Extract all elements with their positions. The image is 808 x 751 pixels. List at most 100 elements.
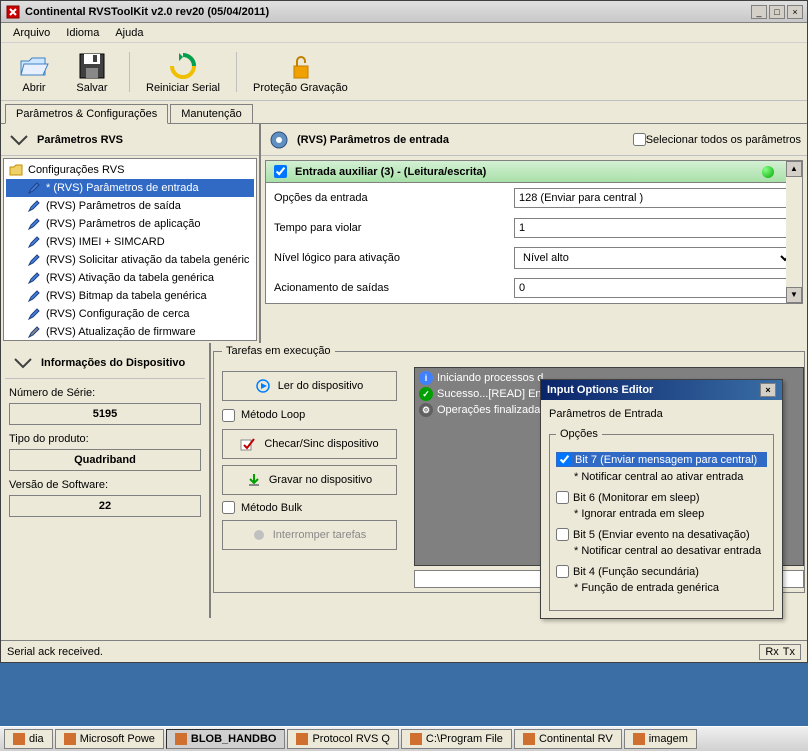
- option-row[interactable]: Bit 5 (Enviar evento na desativação): [556, 528, 767, 541]
- option-label: Bit 4 (Função secundária): [573, 566, 699, 578]
- device-info-panel: Informações do Dispositivo Número de Sér…: [1, 343, 211, 618]
- tasks-legend: Tarefas em execução: [222, 345, 335, 357]
- app-icon: [175, 733, 187, 745]
- taskbar-item[interactable]: BLOB_HANDBO: [166, 729, 286, 749]
- option-checkbox[interactable]: [558, 453, 571, 466]
- taskbar-item-label: Microsoft Powe: [80, 733, 155, 745]
- option-description: * Notificar central ao desativar entrada: [574, 545, 767, 557]
- scroll-down-button[interactable]: ▼: [786, 287, 802, 303]
- bulk-label: Método Bulk: [241, 502, 302, 514]
- write-protect-button[interactable]: Proteção Gravação: [249, 46, 352, 98]
- taskbar-item[interactable]: C:\Program File: [401, 729, 512, 749]
- param-group: Entrada auxiliar (3) - (Leitura/escrita)…: [265, 160, 803, 304]
- main-content: Parâmetros RVS Configurações RVS * (RVS)…: [1, 123, 807, 343]
- read-device-button[interactable]: Ler do dispositivo: [222, 371, 397, 401]
- menu-ajuda[interactable]: Ajuda: [107, 25, 151, 41]
- menu-idioma[interactable]: Idioma: [58, 25, 107, 41]
- tree-item[interactable]: (RVS) IMEI + SIMCARD: [6, 233, 254, 251]
- tree-item[interactable]: (RVS) Ativação da tabela genérica: [6, 269, 254, 287]
- tab-parametros[interactable]: Parâmetros & Configurações: [5, 104, 168, 124]
- minimize-button[interactable]: _: [751, 5, 767, 19]
- param-input[interactable]: [514, 188, 794, 208]
- dialog-titlebar[interactable]: Input Options Editor ×: [541, 380, 782, 400]
- window-title: Continental RVSToolKit v2.0 rev20 (05/04…: [25, 6, 751, 18]
- folder-open-icon: [18, 50, 50, 82]
- tree-item[interactable]: (RVS) Parâmetros de saída: [6, 197, 254, 215]
- stop-icon: [253, 529, 265, 541]
- interrupt-button[interactable]: Interromper tarefas: [222, 520, 397, 550]
- app-icon: [523, 733, 535, 745]
- taskbar-item[interactable]: Protocol RVS Q: [287, 729, 398, 749]
- loop-label: Método Loop: [241, 409, 305, 421]
- pen-icon: [26, 288, 42, 304]
- tree-item-label: (RVS) Bitmap da tabela genérica: [46, 290, 207, 302]
- tree-item[interactable]: (RVS) Parâmetros de aplicação: [6, 215, 254, 233]
- param-group-checkbox[interactable]: [274, 165, 287, 178]
- status-tx: Tx: [781, 646, 797, 658]
- lock-icon: [284, 50, 316, 82]
- software-version-value: 22: [9, 495, 201, 517]
- option-row[interactable]: Bit 7 (Enviar mensagem para central): [556, 452, 767, 467]
- scroll-up-button[interactable]: ▲: [786, 161, 802, 177]
- tree-root[interactable]: Configurações RVS: [6, 161, 254, 179]
- tree-item[interactable]: (RVS) Bitmap da tabela genérica: [6, 287, 254, 305]
- app-icon: [13, 733, 25, 745]
- tab-manutencao[interactable]: Manutenção: [170, 104, 253, 123]
- option-checkbox[interactable]: [556, 491, 569, 504]
- pen-icon: [26, 216, 42, 232]
- options-fieldset: Opções Bit 7 (Enviar mensagem para centr…: [549, 428, 774, 611]
- maximize-button[interactable]: □: [769, 5, 785, 19]
- write-device-label: Gravar no dispositivo: [269, 474, 372, 486]
- taskbar-item[interactable]: imagem: [624, 729, 697, 749]
- chevron-down-icon[interactable]: [11, 354, 35, 372]
- tree-item[interactable]: (RVS) Solicitar ativação da tabela genér…: [6, 251, 254, 269]
- desktop-background: [0, 663, 808, 726]
- close-button[interactable]: ×: [787, 5, 803, 19]
- option-row[interactable]: Bit 4 (Função secundária): [556, 565, 767, 578]
- dialog-close-button[interactable]: ×: [760, 383, 776, 397]
- select-all-checkbox[interactable]: [633, 133, 646, 146]
- option-checkbox[interactable]: [556, 528, 569, 541]
- taskbar-item-label: C:\Program File: [426, 733, 503, 745]
- settings-icon: [267, 131, 291, 149]
- app-icon: [410, 733, 422, 745]
- left-panel: Parâmetros RVS Configurações RVS * (RVS)…: [1, 124, 261, 343]
- select-all-check[interactable]: Selecionar todos os parâmetros: [633, 133, 801, 146]
- param-input[interactable]: [514, 218, 794, 238]
- save-button[interactable]: Salvar: [67, 46, 117, 98]
- option-checkbox[interactable]: [556, 565, 569, 578]
- restart-serial-button[interactable]: Reiniciar Serial: [142, 46, 224, 98]
- pen-icon: [26, 234, 42, 250]
- app-icon: [5, 4, 21, 20]
- save-label: Salvar: [76, 82, 107, 94]
- taskbar-item[interactable]: dia: [4, 729, 53, 749]
- param-scrollbar[interactable]: ▲ ▼: [786, 161, 802, 303]
- gear-icon: ⚙: [419, 403, 433, 417]
- taskbar-item[interactable]: Microsoft Powe: [55, 729, 164, 749]
- chevron-down-icon[interactable]: [7, 131, 31, 149]
- loop-checkbox[interactable]: [222, 409, 235, 422]
- param-label: Acionamento de saídas: [274, 282, 514, 294]
- log-text: Operações finalizadas: [437, 404, 546, 416]
- config-tree[interactable]: Configurações RVS * (RVS) Parâmetros de …: [3, 158, 257, 341]
- tree-item[interactable]: (RVS) Atualização de firmware: [6, 323, 254, 341]
- taskbar-item[interactable]: Continental RV: [514, 729, 622, 749]
- tree-item[interactable]: (RVS) Configuração de cerca: [6, 305, 254, 323]
- status-led-icon: [762, 166, 774, 178]
- option-label: Bit 6 (Monitorar em sleep): [573, 492, 700, 504]
- param-input[interactable]: [514, 278, 794, 298]
- pen-icon: [26, 270, 42, 286]
- bulk-checkbox[interactable]: [222, 501, 235, 514]
- protect-label: Proteção Gravação: [253, 82, 348, 94]
- folder-icon: [8, 162, 24, 178]
- tree-item[interactable]: * (RVS) Parâmetros de entrada: [6, 179, 254, 197]
- option-row[interactable]: Bit 6 (Monitorar em sleep): [556, 491, 767, 504]
- open-button[interactable]: Abrir: [9, 46, 59, 98]
- check-sync-button[interactable]: Checar/Sinc dispositivo: [222, 429, 397, 459]
- write-device-button[interactable]: Gravar no dispositivo: [222, 465, 397, 495]
- tree-item-label: (RVS) IMEI + SIMCARD: [46, 236, 165, 248]
- menu-arquivo[interactable]: Arquivo: [5, 25, 58, 41]
- titlebar: Continental RVSToolKit v2.0 rev20 (05/04…: [1, 1, 807, 23]
- param-select[interactable]: Nível alto: [514, 247, 794, 269]
- serial-value: 5195: [9, 403, 201, 425]
